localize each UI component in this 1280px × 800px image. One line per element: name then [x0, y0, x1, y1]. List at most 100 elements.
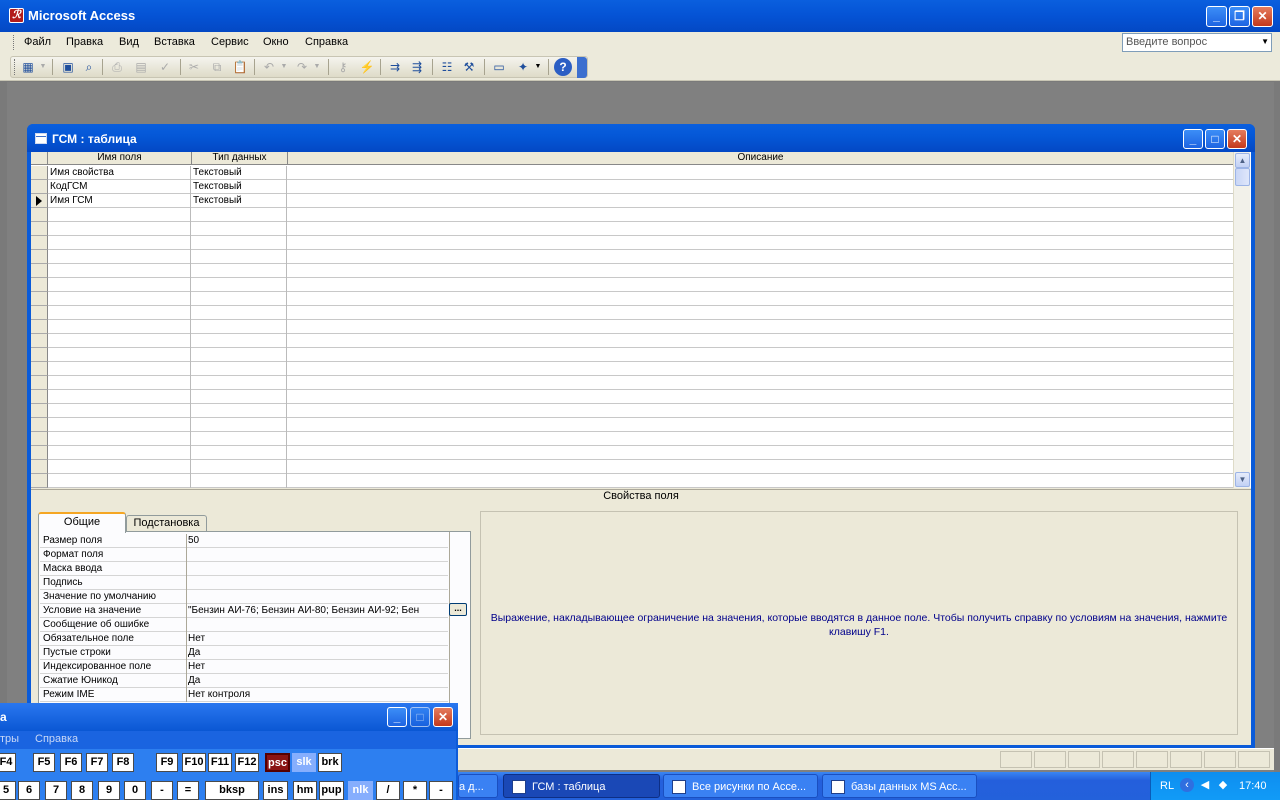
ask-question-input[interactable]: Введите вопрос ▼: [1122, 33, 1272, 52]
close-button[interactable]: ✕: [1252, 6, 1273, 27]
data-type-cell[interactable]: [191, 460, 287, 474]
network-icon[interactable]: ◆: [1216, 778, 1230, 792]
data-type-cell[interactable]: [191, 390, 287, 404]
property-value[interactable]: [186, 548, 449, 562]
table-row[interactable]: Имя свойства Текстовый: [31, 166, 1233, 180]
table-row[interactable]: [31, 474, 1233, 488]
column-header-field-name[interactable]: Имя поля: [48, 152, 192, 165]
table-row[interactable]: [31, 432, 1233, 446]
data-type-cell[interactable]: [191, 376, 287, 390]
table-row[interactable]: [31, 460, 1233, 474]
data-type-cell[interactable]: [191, 418, 287, 432]
field-name-cell[interactable]: [48, 376, 191, 390]
data-type-cell[interactable]: Текстовый: [191, 194, 287, 208]
taskbar-item-word-pictures[interactable]: Все рисунки по Acce...: [663, 774, 818, 798]
table-row[interactable]: [31, 222, 1233, 236]
copy-icon[interactable]: ⧉: [208, 58, 226, 76]
property-value[interactable]: [186, 562, 449, 576]
keyboard-key[interactable]: -: [429, 781, 453, 800]
description-cell[interactable]: [287, 404, 1233, 418]
keyboard-key[interactable]: nlk: [348, 781, 373, 800]
keyboard-maximize-button[interactable]: □: [410, 707, 430, 727]
keyboard-key[interactable]: 0: [124, 781, 146, 800]
menu-insert[interactable]: Вставка: [154, 36, 195, 48]
data-type-cell[interactable]: [191, 250, 287, 264]
key-f4[interactable]: F4: [0, 753, 16, 772]
field-name-cell[interactable]: [48, 236, 191, 250]
table-row[interactable]: [31, 278, 1233, 292]
property-value[interactable]: Нет: [186, 632, 449, 646]
tab-lookup[interactable]: Подстановка: [126, 515, 207, 532]
table-row[interactable]: [31, 264, 1233, 278]
row-selector[interactable]: [31, 418, 48, 432]
key-f8[interactable]: F8: [112, 753, 134, 772]
row-selector[interactable]: [31, 236, 48, 250]
data-type-cell[interactable]: [191, 236, 287, 250]
field-name-cell[interactable]: [48, 278, 191, 292]
description-cell[interactable]: [287, 250, 1233, 264]
field-name-cell[interactable]: [48, 264, 191, 278]
key-f11[interactable]: F11: [208, 753, 232, 772]
language-indicator[interactable]: RL: [1160, 780, 1174, 792]
property-value[interactable]: Да: [186, 646, 449, 660]
cut-icon[interactable]: ✂: [185, 58, 203, 76]
data-type-cell[interactable]: [191, 432, 287, 446]
build-expression-button[interactable]: ...: [449, 603, 467, 616]
field-name-cell[interactable]: [48, 362, 191, 376]
row-selector[interactable]: [31, 362, 48, 376]
keyboard-key[interactable]: =: [177, 781, 199, 800]
table-row[interactable]: [31, 404, 1233, 418]
row-selector[interactable]: [31, 250, 48, 264]
row-selector[interactable]: [31, 376, 48, 390]
table-row[interactable]: Имя ГСМ Текстовый: [31, 194, 1233, 208]
description-cell[interactable]: [287, 446, 1233, 460]
key-f9[interactable]: F9: [156, 753, 178, 772]
property-value[interactable]: [186, 590, 449, 604]
data-type-cell[interactable]: [191, 278, 287, 292]
data-type-cell[interactable]: [191, 264, 287, 278]
child-minimize-button[interactable]: _: [1183, 129, 1203, 149]
keyboard-key[interactable]: *: [403, 781, 427, 800]
property-row[interactable]: Условие на значение "Бензин АИ-76; Бензин…: [40, 604, 448, 618]
row-selector[interactable]: [31, 166, 48, 180]
field-name-cell[interactable]: [48, 292, 191, 306]
keyboard-minimize-button[interactable]: _: [387, 707, 407, 727]
scroll-up-icon[interactable]: ▲: [1235, 153, 1250, 168]
keyboard-key[interactable]: 7: [45, 781, 67, 800]
menu-window[interactable]: Окно: [263, 36, 289, 48]
property-row[interactable]: Размер поля 50: [40, 534, 448, 548]
field-name-cell[interactable]: [48, 390, 191, 404]
property-value[interactable]: Нет контроля: [186, 688, 449, 702]
chevron-left-icon[interactable]: ‹: [1180, 778, 1194, 792]
taskbar-item-document[interactable]: а д...: [458, 774, 498, 798]
property-row[interactable]: Пустые строки Да: [40, 646, 448, 660]
keyboard-key[interactable]: ins: [263, 781, 288, 800]
menu-tools[interactable]: Сервис: [211, 36, 249, 48]
table-row[interactable]: [31, 362, 1233, 376]
spelling-icon[interactable]: ✓: [156, 58, 174, 76]
field-name-cell[interactable]: Имя свойства: [48, 166, 191, 180]
field-name-cell[interactable]: [48, 222, 191, 236]
paste-icon[interactable]: 📋: [231, 58, 249, 76]
description-cell[interactable]: [287, 460, 1233, 474]
property-row[interactable]: Индексированное поле Нет: [40, 660, 448, 674]
field-name-cell[interactable]: [48, 460, 191, 474]
chevron-down-icon[interactable]: ▼: [534, 58, 542, 76]
menu-grip[interactable]: [13, 35, 16, 50]
new-object-icon[interactable]: ✦: [514, 58, 532, 76]
row-selector[interactable]: [31, 278, 48, 292]
property-value[interactable]: Да: [186, 674, 449, 688]
column-header-data-type[interactable]: Тип данных: [192, 152, 288, 165]
row-selector[interactable]: [31, 334, 48, 348]
access-app-icon[interactable]: ℛ: [9, 8, 24, 23]
database-window-icon[interactable]: ▭: [490, 58, 508, 76]
key-f6[interactable]: F6: [60, 753, 82, 772]
scroll-down-icon[interactable]: ▼: [1235, 472, 1250, 487]
keyboard-key[interactable]: hm: [293, 781, 317, 800]
property-row[interactable]: Режим IME Нет контроля: [40, 688, 448, 702]
table-icon[interactable]: [35, 133, 47, 144]
description-cell[interactable]: [287, 166, 1233, 180]
undo-icon[interactable]: ↶: [260, 58, 278, 76]
table-row[interactable]: [31, 348, 1233, 362]
keyboard-key[interactable]: -: [151, 781, 173, 800]
